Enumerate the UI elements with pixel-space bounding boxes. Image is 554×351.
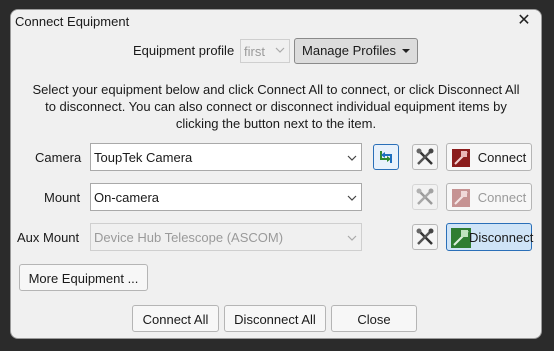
aux-mount-label: Aux Mount	[17, 230, 80, 245]
plug-icon	[452, 149, 470, 167]
mount-connect-button[interactable]: Connect	[446, 183, 532, 211]
mount-connect-label: Connect	[477, 190, 527, 205]
mount-value: On-camera	[94, 190, 160, 205]
mount-label: Mount	[44, 190, 81, 205]
aux-mount-select[interactable]: Device Hub Telescope (ASCOM)	[90, 223, 362, 251]
disconnect-all-button[interactable]: Disconnect All	[224, 305, 326, 332]
camera-connect-button[interactable]: Connect	[446, 143, 532, 171]
connect-all-button[interactable]: Connect All	[132, 305, 219, 332]
instructions-text: Select your equipment below and click Co…	[32, 82, 520, 131]
close-label: Close	[357, 312, 391, 327]
aux-mount-disconnect-button[interactable]: Disconnect	[446, 223, 534, 251]
equipment-profile-label: Equipment profile	[133, 43, 235, 58]
equipment-profile-value: first	[244, 44, 265, 59]
camera-select[interactable]: ToupTek Camera	[90, 143, 362, 171]
chevron-down-icon	[347, 155, 357, 161]
connect-all-label: Connect All	[142, 312, 209, 327]
tools-icon	[416, 228, 434, 245]
more-equipment-label: More Equipment ...	[28, 271, 139, 286]
disconnect-all-label: Disconnect All	[234, 312, 316, 327]
tools-icon	[416, 148, 434, 165]
camera-connect-label: Connect	[477, 150, 527, 165]
title-bar: Connect Equipment ✕	[11, 10, 541, 34]
close-icon[interactable]: ✕	[515, 12, 533, 30]
camera-setup-button[interactable]	[412, 144, 438, 170]
tools-icon	[416, 188, 434, 205]
chevron-down-icon	[347, 195, 357, 201]
more-equipment-button[interactable]: More Equipment ...	[19, 264, 148, 291]
manage-profiles-button[interactable]: Manage Profiles	[294, 38, 418, 64]
connect-equipment-dialog: Connect Equipment ✕ Equipment profile fi…	[10, 9, 542, 339]
manage-profiles-label: Manage Profiles	[302, 43, 396, 58]
aux-mount-setup-button[interactable]	[412, 224, 438, 250]
chevron-down-icon	[347, 235, 357, 241]
camera-value: ToupTek Camera	[94, 150, 193, 165]
mount-setup-button[interactable]	[412, 184, 438, 210]
close-button[interactable]: Close	[331, 305, 417, 332]
aux-mount-value: Device Hub Telescope (ASCOM)	[94, 230, 284, 245]
plug-icon	[452, 189, 470, 207]
mount-select[interactable]: On-camera	[90, 183, 362, 211]
aux-mount-disconnect-label: Disconnect	[469, 230, 534, 245]
camera-swap-button[interactable]	[373, 144, 399, 170]
camera-label: Camera	[35, 150, 82, 165]
dropdown-arrow-icon	[402, 49, 410, 53]
swap-arrows-icon	[380, 151, 392, 163]
window-title: Connect Equipment	[15, 14, 130, 29]
